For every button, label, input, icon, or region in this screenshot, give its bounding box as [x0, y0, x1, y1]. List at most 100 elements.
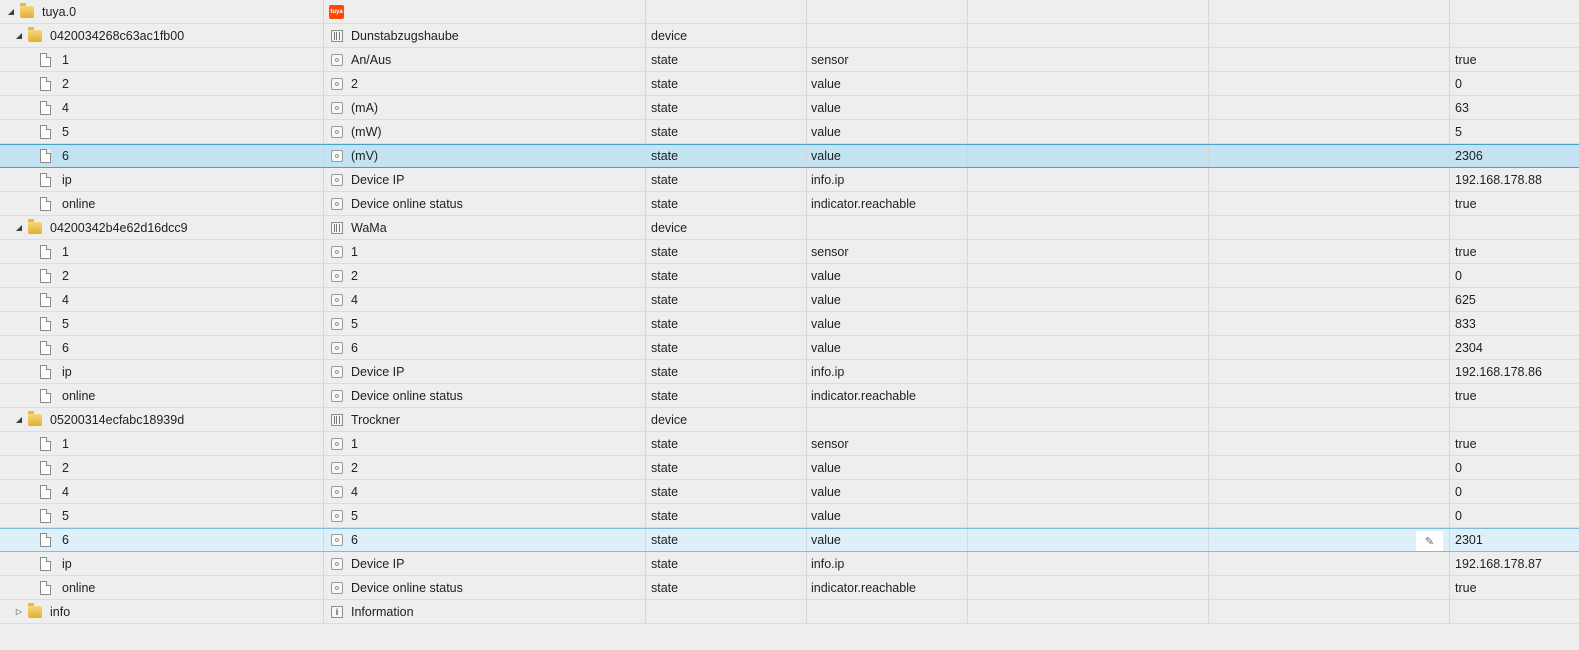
- tree-row-state[interactable]: 4 4 state value 625: [0, 288, 1579, 312]
- state-value[interactable]: 0: [1455, 269, 1462, 283]
- state-name[interactable]: Device online status: [351, 389, 463, 403]
- state-value[interactable]: 2304: [1455, 341, 1483, 355]
- state-name[interactable]: (mW): [351, 125, 382, 139]
- state-name[interactable]: 6: [351, 533, 358, 547]
- triangle-down-icon[interactable]: ◢: [14, 415, 24, 425]
- state-role[interactable]: value: [811, 317, 841, 331]
- tree-row-root[interactable]: ◢ tuya.0 tuya: [0, 0, 1579, 24]
- state-name[interactable]: (mV): [351, 149, 378, 163]
- tree-row-state[interactable]: 4 4 state value 0: [0, 480, 1579, 504]
- state-id: online: [62, 580, 96, 595]
- state-role[interactable]: value: [811, 77, 841, 91]
- state-value[interactable]: 0: [1455, 461, 1462, 475]
- state-name[interactable]: Device IP: [351, 365, 405, 379]
- state-role[interactable]: value: [811, 509, 841, 523]
- state-icon: [331, 150, 343, 162]
- state-role[interactable]: info.ip: [811, 557, 844, 571]
- triangle-down-icon[interactable]: ◢: [14, 223, 24, 233]
- tree-row-state[interactable]: 1 1 state sensor true: [0, 240, 1579, 264]
- triangle-down-icon[interactable]: ◢: [14, 31, 24, 41]
- triangle-right-icon[interactable]: ▷: [14, 607, 24, 617]
- state-role[interactable]: indicator.reachable: [811, 389, 916, 403]
- tree-row-state[interactable]: 5 (mW) state value 5: [0, 120, 1579, 144]
- state-name[interactable]: Device IP: [351, 173, 405, 187]
- state-name[interactable]: Device IP: [351, 557, 405, 571]
- state-value[interactable]: true: [1455, 53, 1477, 67]
- tree-row-state[interactable]: online Device online status state indicator…: [0, 384, 1579, 408]
- state-role[interactable]: value: [811, 125, 841, 139]
- state-role[interactable]: sensor: [811, 245, 849, 259]
- tree-row-state[interactable]: 5 5 state value 0: [0, 504, 1579, 528]
- tree-row-state[interactable]: 1 1 state sensor true: [0, 432, 1579, 456]
- state-value[interactable]: true: [1455, 581, 1477, 595]
- tree-row-state[interactable]: 4 (mA) state value 63: [0, 96, 1579, 120]
- state-value[interactable]: true: [1455, 389, 1477, 403]
- state-role[interactable]: value: [811, 341, 841, 355]
- tree-row-state[interactable]: online Device online status state indicator…: [0, 576, 1579, 600]
- tree-row-device[interactable]: ◢ 04200342b4e62d16dcc9 WaMa device: [0, 216, 1579, 240]
- state-value[interactable]: 192.168.178.86: [1455, 365, 1542, 379]
- state-name[interactable]: 4: [351, 293, 358, 307]
- state-role[interactable]: sensor: [811, 53, 849, 67]
- tree-row-state[interactable]: 6 6 state value ✎ 2301: [0, 528, 1579, 552]
- tree-row-device[interactable]: ◢ 05200314ecfabc18939d Trockner device: [0, 408, 1579, 432]
- state-role[interactable]: sensor: [811, 437, 849, 451]
- state-name[interactable]: 2: [351, 461, 358, 475]
- state-role[interactable]: value: [811, 269, 841, 283]
- state-value[interactable]: 192.168.178.87: [1455, 557, 1542, 571]
- tree-row-state[interactable]: ip Device IP state info.ip 192.168.178.88: [0, 168, 1579, 192]
- state-role[interactable]: value: [811, 461, 841, 475]
- tree-row-state[interactable]: 2 2 state value 0: [0, 72, 1579, 96]
- state-value[interactable]: 0: [1455, 509, 1462, 523]
- state-value[interactable]: 0: [1455, 77, 1462, 91]
- state-value[interactable]: true: [1455, 437, 1477, 451]
- state-name[interactable]: An/Aus: [351, 53, 391, 67]
- state-name[interactable]: 2: [351, 77, 358, 91]
- state-value[interactable]: 2301: [1455, 533, 1483, 547]
- state-role[interactable]: value: [811, 485, 841, 499]
- pencil-icon[interactable]: ✎: [1416, 531, 1443, 551]
- state-name[interactable]: 5: [351, 509, 358, 523]
- state-name[interactable]: 6: [351, 341, 358, 355]
- state-name[interactable]: 2: [351, 269, 358, 283]
- state-value[interactable]: 2306: [1455, 149, 1483, 163]
- tree-row-info[interactable]: ▷ info i Information: [0, 600, 1579, 624]
- state-value[interactable]: 833: [1455, 317, 1476, 331]
- state-name[interactable]: 1: [351, 245, 358, 259]
- state-role[interactable]: indicator.reachable: [811, 581, 916, 595]
- state-value[interactable]: 5: [1455, 125, 1462, 139]
- tree-row-state[interactable]: ip Device IP state info.ip 192.168.178.86: [0, 360, 1579, 384]
- state-role[interactable]: value: [811, 101, 841, 115]
- state-value[interactable]: 625: [1455, 293, 1476, 307]
- tree-row-state[interactable]: 5 5 state value 833: [0, 312, 1579, 336]
- state-name[interactable]: 1: [351, 437, 358, 451]
- state-value[interactable]: 63: [1455, 101, 1469, 115]
- state-value[interactable]: true: [1455, 245, 1477, 259]
- state-name[interactable]: 5: [351, 317, 358, 331]
- state-name[interactable]: Device online status: [351, 197, 463, 211]
- state-role[interactable]: value: [811, 533, 841, 547]
- tree-row-state[interactable]: ip Device IP state info.ip 192.168.178.87: [0, 552, 1579, 576]
- tree-row-device[interactable]: ◢ 0420034268c63ac1fb00 Dunstabzugshaube dev…: [0, 24, 1579, 48]
- state-name[interactable]: 4: [351, 485, 358, 499]
- state-role[interactable]: value: [811, 149, 841, 163]
- tree-row-state[interactable]: 6 (mV) state value 2306: [0, 144, 1579, 168]
- tree-row-state[interactable]: 6 6 state value 2304: [0, 336, 1579, 360]
- state-value[interactable]: 192.168.178.88: [1455, 173, 1542, 187]
- state-role[interactable]: info.ip: [811, 365, 844, 379]
- state-value[interactable]: true: [1455, 197, 1477, 211]
- state-role[interactable]: indicator.reachable: [811, 197, 916, 211]
- state-name[interactable]: (mA): [351, 101, 378, 115]
- state-value[interactable]: 0: [1455, 485, 1462, 499]
- tree-row-state[interactable]: 2 2 state value 0: [0, 456, 1579, 480]
- state-role[interactable]: info.ip: [811, 173, 844, 187]
- tree-row-state[interactable]: 1 An/Aus state sensor true: [0, 48, 1579, 72]
- state-name[interactable]: Device online status: [351, 581, 463, 595]
- tree-row-state[interactable]: online Device online status state indicator…: [0, 192, 1579, 216]
- root-id: tuya.0: [42, 4, 77, 19]
- file-icon: [40, 52, 51, 67]
- tree-row-state[interactable]: 2 2 state value 0: [0, 264, 1579, 288]
- state-role[interactable]: value: [811, 293, 841, 307]
- triangle-down-icon[interactable]: ◢: [6, 7, 16, 17]
- state-icon: [331, 534, 343, 546]
